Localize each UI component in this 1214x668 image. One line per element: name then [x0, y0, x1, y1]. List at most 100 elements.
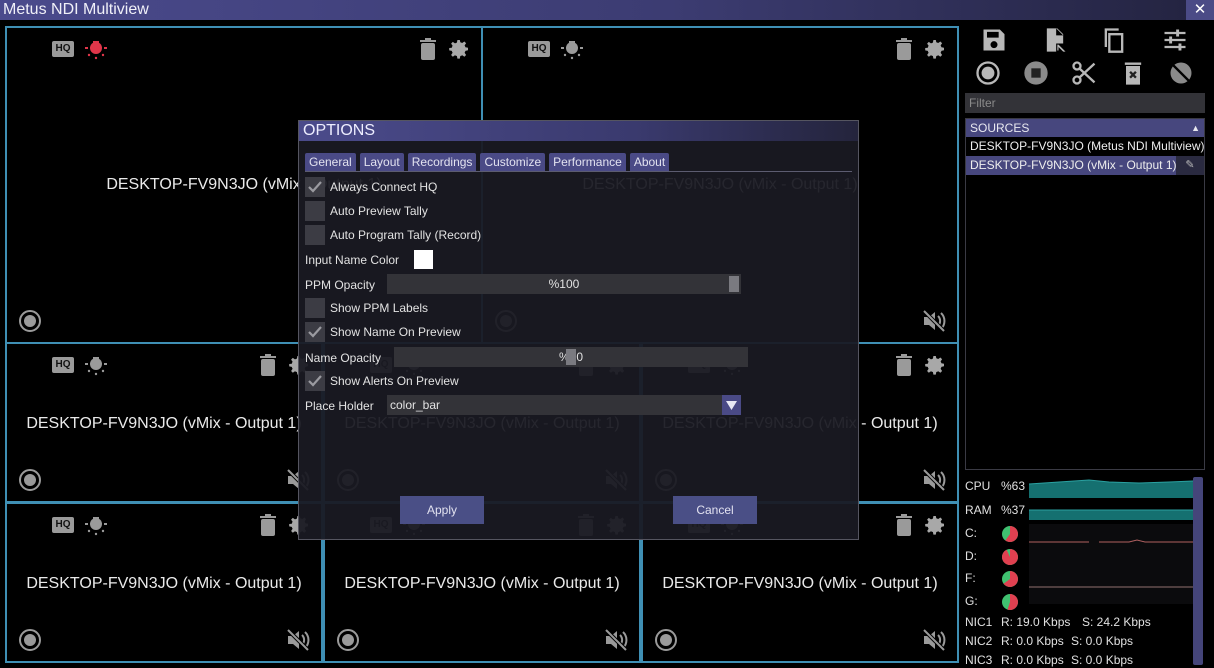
gear-icon[interactable]: [923, 37, 947, 61]
ram-label: RAM: [965, 503, 992, 517]
delete-all-icon[interactable]: [1119, 59, 1147, 87]
muted-speaker-icon[interactable]: [921, 467, 947, 493]
gear-icon[interactable]: [923, 513, 947, 537]
tab-recordings[interactable]: Recordings: [407, 153, 477, 171]
auto-program-tally-checkbox[interactable]: [305, 225, 325, 245]
sources-header[interactable]: SOURCES ▲: [966, 119, 1204, 137]
hide-icon[interactable]: [1167, 59, 1195, 87]
name-opacity-label: Name Opacity: [305, 351, 382, 365]
nic-label: NIC1: [965, 615, 993, 629]
drive-label: C:: [965, 526, 977, 540]
tab-customize[interactable]: Customize: [480, 153, 546, 171]
show-name-on-preview-checkbox[interactable]: [305, 322, 325, 342]
options-dialog: OPTIONS General Layout Recordings Custom…: [298, 120, 859, 540]
pie-used-slice: [1002, 548, 1018, 565]
tab-about[interactable]: About: [629, 153, 670, 171]
tally-bulb-icon[interactable]: [83, 513, 109, 539]
options-tabs: General Layout Recordings Customize Perf…: [305, 153, 670, 171]
slider-thumb[interactable]: [729, 276, 739, 292]
apply-button[interactable]: Apply: [400, 496, 484, 524]
show-alerts-on-preview-checkbox[interactable]: [305, 371, 325, 391]
muted-speaker-icon[interactable]: [921, 308, 947, 334]
muted-speaker-icon[interactable]: [921, 627, 947, 653]
source-item-label: DESKTOP-FV9N3JO (Metus NDI Multiview): [970, 139, 1204, 153]
tally-bulb-icon[interactable]: [559, 37, 585, 63]
cpu-label: CPU: [965, 479, 991, 493]
drive-usage-pie: [1002, 526, 1018, 542]
app-window: Metus NDI Multiview ✕ HQ DESKTOP-FV9N3JO…: [0, 0, 1214, 668]
system-stats: CPU %63 RAM %37 C: D: F: G: NIC1 R: 19.0 Kbp…: [964, 474, 1206, 668]
trash-icon[interactable]: [895, 354, 913, 376]
drive-usage-pie: [1002, 548, 1018, 565]
tile-source-name: DESKTOP-FV9N3JO (vMix - Output 1): [26, 415, 302, 432]
name-opacity-row: Name Opacity %50: [305, 347, 755, 369]
trash-icon[interactable]: [419, 38, 437, 60]
trash-icon[interactable]: [259, 514, 277, 536]
collapse-arrow-icon[interactable]: ▲: [1191, 119, 1200, 137]
nic-recv: R: 19.0 Kbps: [1001, 615, 1071, 629]
hq-badge-icon[interactable]: HQ: [52, 41, 74, 57]
show-name-on-preview-label: Show Name On Preview: [330, 325, 461, 339]
tab-general[interactable]: General: [305, 153, 356, 171]
input-name-color-swatch[interactable]: [414, 250, 433, 269]
slider-thumb[interactable]: [566, 349, 576, 365]
ppm-opacity-slider[interactable]: %100: [387, 274, 741, 294]
place-holder-select[interactable]: color_bar: [387, 395, 741, 415]
video-tile[interactable]: HQ DESKTOP-FV9N3JO (vMix - Output 1): [5, 502, 323, 663]
record-icon[interactable]: [17, 467, 43, 493]
stop-icon[interactable]: [1022, 59, 1050, 87]
auto-preview-tally-label: Auto Preview Tally: [330, 204, 428, 218]
trash-icon[interactable]: [895, 514, 913, 536]
tally-bulb-icon[interactable]: [83, 37, 109, 63]
trash-icon[interactable]: [259, 354, 277, 376]
hq-badge-icon[interactable]: HQ: [528, 41, 550, 57]
source-item[interactable]: DESKTOP-FV9N3JO (Metus NDI Multiview): [966, 137, 1204, 156]
checkmark-icon: [308, 375, 322, 387]
dropdown-arrow-icon[interactable]: [722, 395, 741, 415]
source-item-label: DESKTOP-FV9N3JO (vMix - Output 1): [970, 158, 1177, 172]
nic-label: NIC2: [965, 634, 993, 648]
filter-input[interactable]: [965, 93, 1205, 113]
edit-pencil-icon[interactable]: ✎: [1176, 156, 1204, 175]
ram-value: %37: [1001, 503, 1026, 517]
record-icon[interactable]: [974, 59, 1002, 87]
hq-badge-icon[interactable]: HQ: [52, 357, 74, 373]
ppm-opacity-row: PPM Opacity %100: [305, 274, 745, 296]
title-bar: Metus NDI Multiview ✕: [0, 0, 1214, 20]
drive-label: G:: [965, 593, 978, 608]
import-file-icon[interactable]: [1041, 26, 1069, 54]
trash-icon[interactable]: [895, 38, 913, 60]
always-connect-hq-checkbox[interactable]: [305, 177, 325, 197]
tally-bulb-icon[interactable]: [83, 353, 109, 379]
show-ppm-labels-checkbox[interactable]: [305, 298, 325, 318]
copy-icon[interactable]: [1100, 26, 1128, 54]
cancel-button[interactable]: Cancel: [673, 496, 757, 524]
drive-usage-pie: [1002, 571, 1018, 587]
window-title: Metus NDI Multiview: [3, 1, 149, 18]
record-icon[interactable]: [17, 627, 43, 653]
record-icon[interactable]: [17, 308, 43, 334]
auto-preview-tally-checkbox[interactable]: [305, 201, 325, 221]
scissors-icon[interactable]: [1070, 59, 1098, 87]
video-tile[interactable]: HQ DESKTOP-FV9N3JO (vMix - Output 1): [5, 342, 323, 503]
tab-performance[interactable]: Performance: [549, 153, 626, 171]
record-icon[interactable]: [335, 627, 361, 653]
record-icon[interactable]: [653, 627, 679, 653]
source-item-selected[interactable]: DESKTOP-FV9N3JO (vMix - Output 1) ✎: [966, 156, 1204, 175]
gear-icon[interactable]: [447, 37, 471, 61]
muted-speaker-icon[interactable]: [285, 627, 311, 653]
hq-badge-icon[interactable]: HQ: [52, 517, 74, 533]
nic-send: S: 0.0 Kbps: [1071, 653, 1134, 667]
close-button[interactable]: ✕: [1186, 0, 1214, 20]
stats-scrollbar[interactable]: [1193, 477, 1203, 665]
save-icon[interactable]: [980, 26, 1008, 54]
cpu-value: %63: [1001, 479, 1026, 493]
muted-speaker-icon[interactable]: [603, 627, 629, 653]
input-name-color-row: Input Name Color: [305, 249, 505, 271]
ram-graph: [1029, 509, 1193, 520]
name-opacity-slider[interactable]: %50: [394, 347, 748, 367]
tab-layout[interactable]: Layout: [359, 153, 404, 171]
show-alerts-on-preview-label: Show Alerts On Preview: [330, 374, 459, 388]
settings-sliders-icon[interactable]: [1161, 26, 1189, 54]
gear-icon[interactable]: [923, 353, 947, 377]
